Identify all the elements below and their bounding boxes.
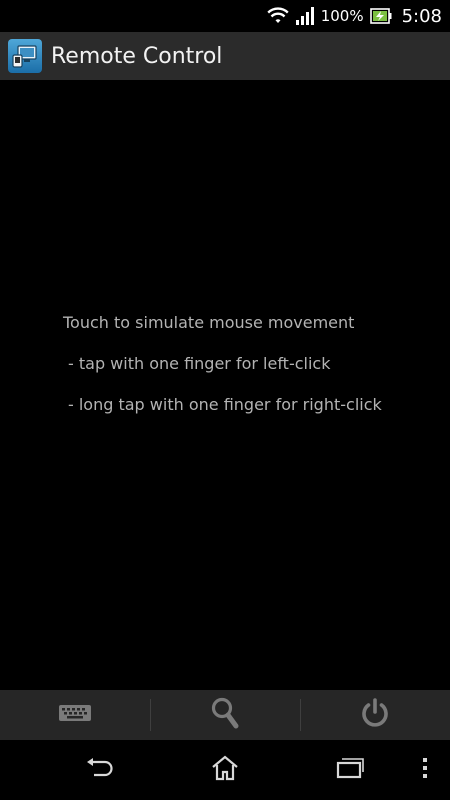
app-title: Remote Control [51, 43, 223, 69]
clock: 5:08 [401, 5, 442, 27]
menu-button[interactable] [395, 740, 450, 800]
recent-apps-icon [335, 757, 365, 783]
back-button[interactable] [70, 740, 130, 800]
search-icon [210, 696, 240, 734]
keyboard-icon [58, 704, 92, 726]
search-button[interactable] [150, 690, 300, 740]
power-button[interactable] [300, 690, 450, 740]
remote-control-app-icon[interactable] [8, 39, 42, 73]
home-button[interactable] [195, 740, 255, 800]
instruction-line: - long tap with one finger for right-cli… [68, 395, 382, 414]
battery-percent: 100% [320, 7, 364, 25]
bottom-toolbar [0, 690, 450, 740]
screen: 100% 5:08 Remote Control Touch to simula… [0, 0, 450, 800]
status-bar: 100% 5:08 [0, 0, 450, 32]
signal-icon [295, 6, 315, 26]
menu-icon [421, 757, 429, 783]
keyboard-button[interactable] [0, 690, 150, 740]
recent-apps-button[interactable] [320, 740, 380, 800]
instruction-line: - tap with one finger for left-click [68, 354, 331, 373]
instruction-line: Touch to simulate mouse movement [63, 313, 355, 332]
status-icons: 100% 5:08 [267, 0, 442, 32]
instructions: Touch to simulate mouse movement - tap w… [63, 313, 382, 436]
action-bar: Remote Control [0, 32, 450, 80]
back-icon [85, 757, 115, 783]
touchpad-area[interactable]: Touch to simulate mouse movement - tap w… [0, 80, 450, 690]
power-icon [359, 697, 391, 733]
wifi-icon [267, 6, 289, 26]
battery-charging-icon [369, 7, 392, 25]
navigation-bar [0, 740, 450, 800]
home-icon [210, 755, 240, 785]
